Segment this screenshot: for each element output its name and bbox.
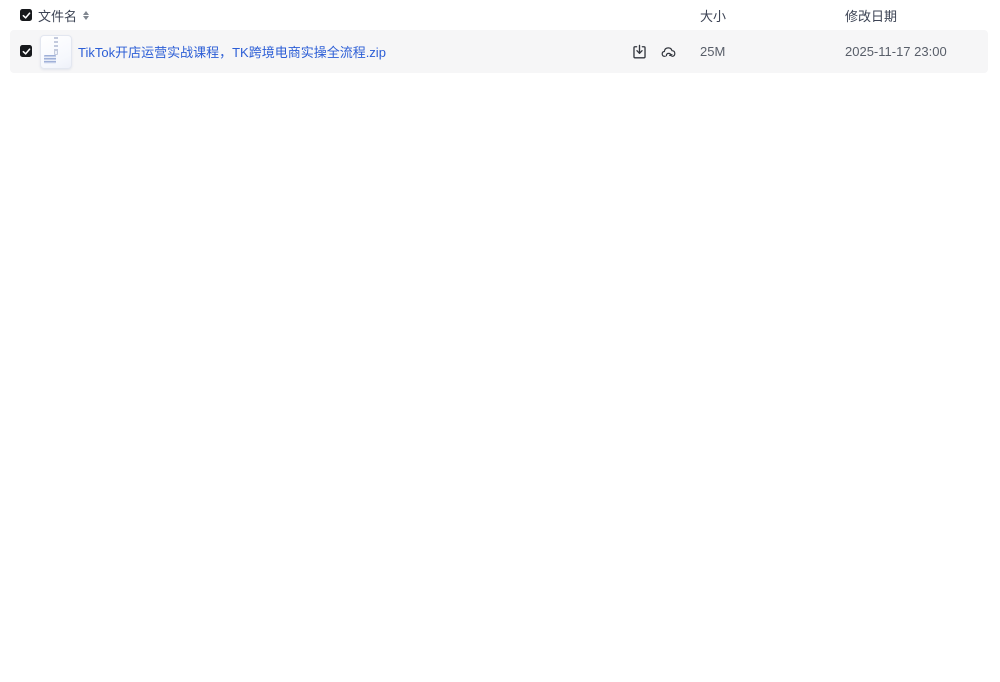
list-header: 文件名 大小 修改日期 <box>0 0 1000 30</box>
caret-down-icon <box>83 15 89 20</box>
save-to-cloud-icon[interactable] <box>660 43 678 61</box>
check-icon <box>22 11 30 19</box>
select-all-checkbox[interactable] <box>20 9 32 21</box>
caret-up-icon <box>83 10 89 15</box>
download-icon[interactable] <box>630 43 648 61</box>
sort-icon[interactable] <box>81 7 91 23</box>
row-checkbox[interactable] <box>20 45 32 57</box>
file-name-link[interactable]: TikTok开店运营实战课程，TK跨境电商实操全流程.zip <box>78 30 386 73</box>
column-header-size: 大小 <box>700 8 727 24</box>
table-row[interactable]: TikTok开店运营实战课程，TK跨境电商实操全流程.zip 25M 2025-… <box>10 30 988 73</box>
column-header-modified: 修改日期 <box>845 8 898 24</box>
file-modified-date: 2025-11-17 23:00 <box>845 44 947 59</box>
column-header-name[interactable]: 文件名 <box>38 0 77 30</box>
check-icon <box>22 47 30 55</box>
file-size: 25M <box>700 44 726 59</box>
file-list: 文件名 大小 修改日期 TikTok开店运营实战课程，TK跨境电商实操全流程.z… <box>0 0 1000 682</box>
zip-file-icon <box>40 35 72 69</box>
